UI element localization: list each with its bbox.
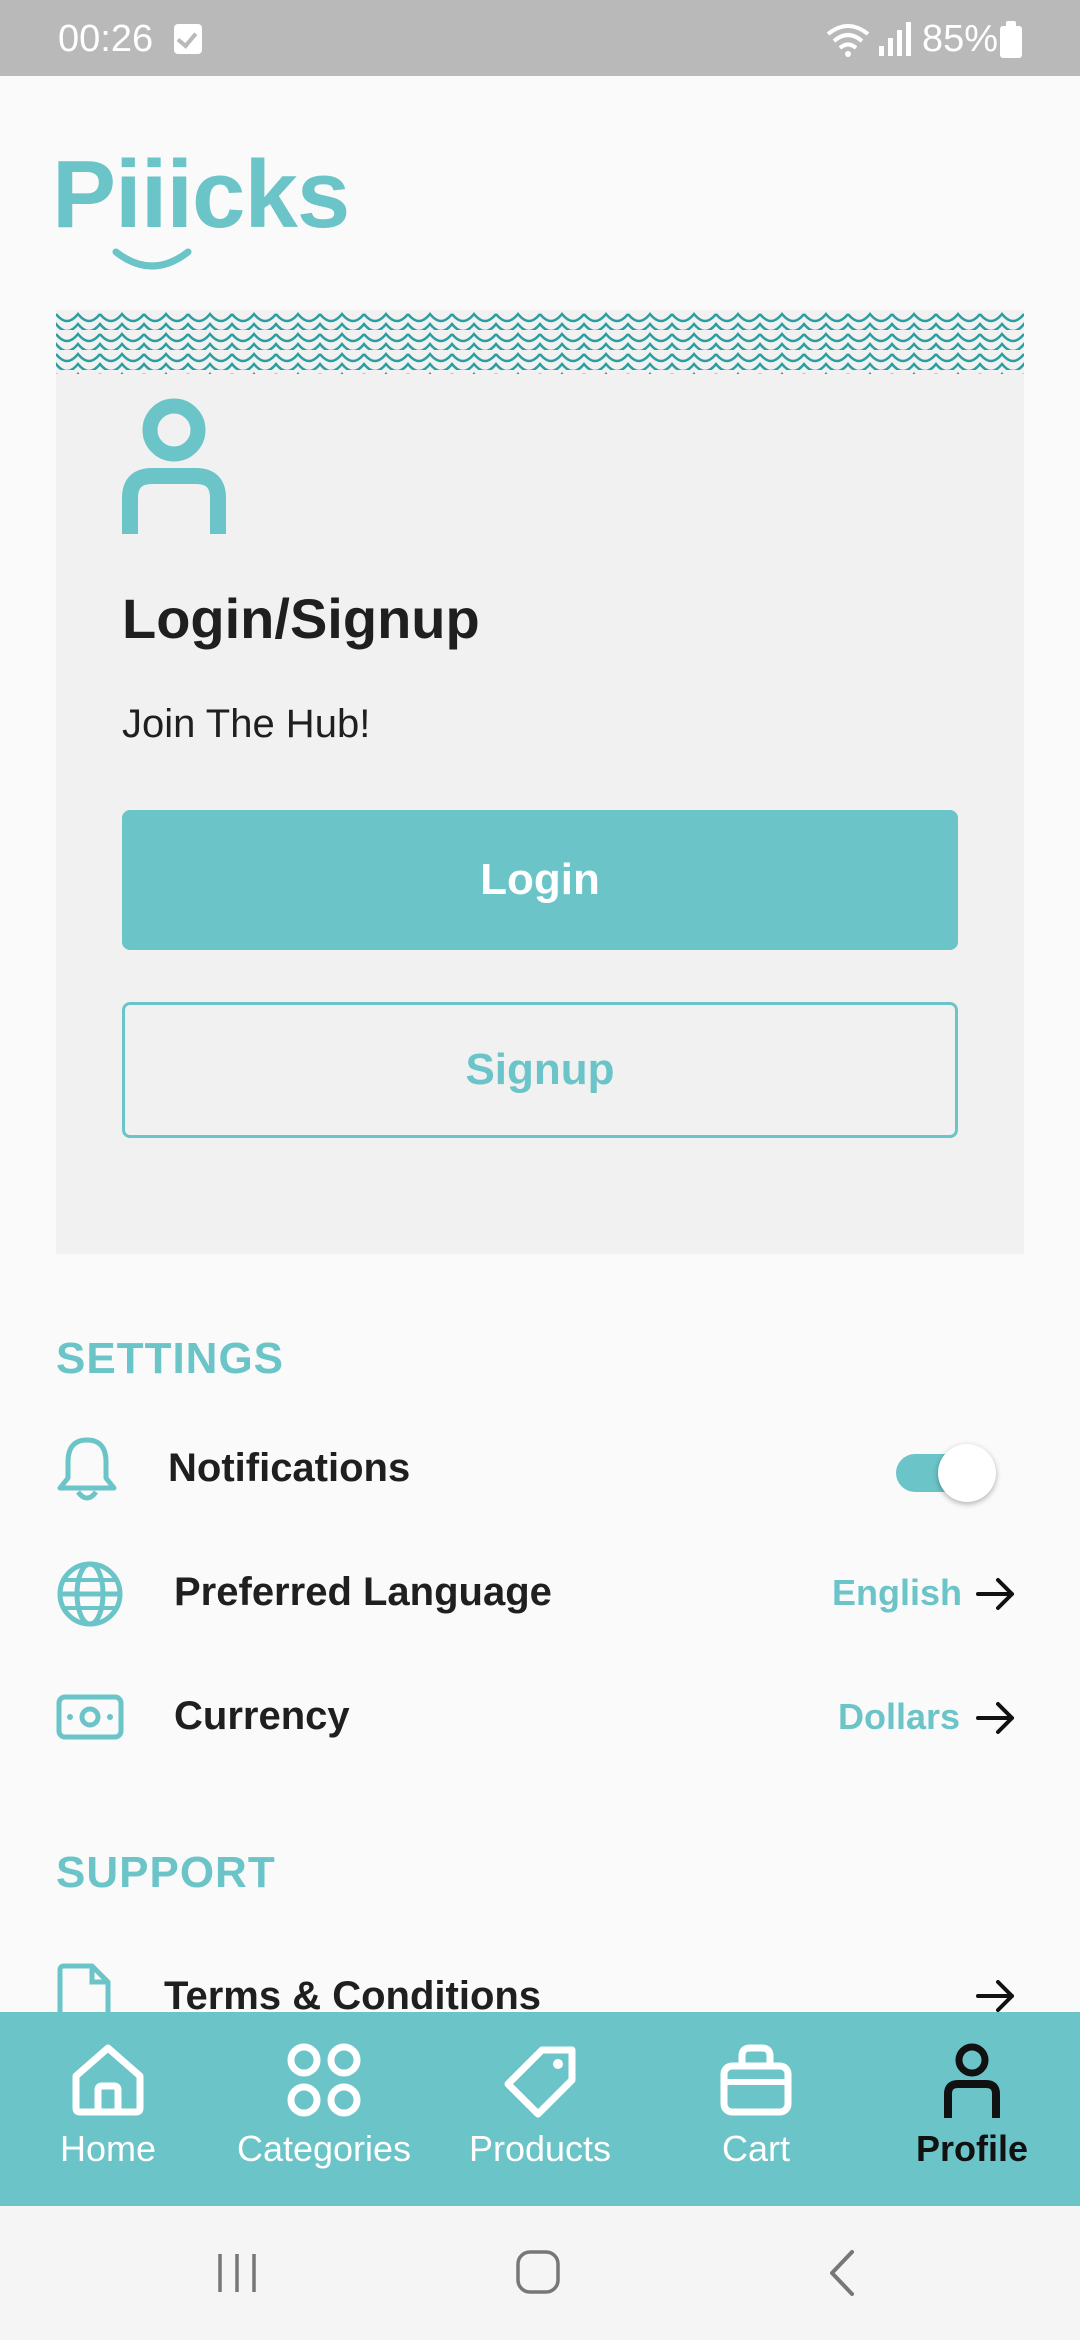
system-navigation-bar [0, 2206, 1080, 2340]
login-card: Login/Signup Join The Hub! Login Signup [56, 310, 1024, 1254]
checkbox-notification-icon [174, 24, 202, 54]
wave-pattern-decoration [56, 310, 1024, 374]
battery-percent: 85% [922, 18, 999, 60]
preferred-language-label: Preferred Language [174, 1570, 552, 1614]
categories-icon [287, 2043, 361, 2117]
status-time: 00:26 [58, 18, 154, 60]
wifi-icon [826, 24, 870, 57]
recent-apps-icon[interactable] [214, 2250, 260, 2296]
nav-products-label: Products [468, 2128, 612, 2169]
bell-icon [57, 1437, 117, 1501]
profile-icon [944, 2043, 1000, 2118]
signal-icon [879, 22, 911, 56]
support-section-title: SUPPORT [56, 1848, 276, 1897]
login-button[interactable]: Login [122, 810, 958, 950]
battery-icon [1000, 21, 1022, 58]
nav-profile-label: Profile [915, 2128, 1029, 2169]
user-avatar-icon [122, 398, 226, 534]
notifications-toggle[interactable] [894, 1444, 998, 1504]
arrow-right-icon [976, 1578, 1014, 1610]
bag-icon [720, 2044, 792, 2116]
status-bar: 00:26 85% [0, 0, 1080, 76]
currency-label: Currency [174, 1694, 350, 1738]
home-button-icon[interactable] [514, 2248, 562, 2296]
nav-home-label: Home [59, 2128, 157, 2169]
nav-cart[interactable]: Cart [648, 2012, 864, 2206]
arrow-right-icon [976, 1702, 1014, 1734]
nav-products[interactable]: Products [432, 2012, 648, 2206]
currency-value: Dollars [838, 1696, 961, 1737]
notifications-label: Notifications [168, 1446, 411, 1490]
login-signup-title: Login/Signup [122, 587, 480, 650]
logo-smile-icon [112, 248, 192, 270]
banknote-icon [56, 1694, 124, 1740]
globe-icon [57, 1561, 123, 1627]
toggle-knob [938, 1444, 996, 1502]
signup-button[interactable]: Signup [122, 1002, 958, 1138]
home-icon [72, 2044, 144, 2116]
tag-icon [504, 2046, 576, 2118]
preferred-language-value: English [832, 1572, 963, 1613]
settings-section-title: SETTINGS [56, 1334, 285, 1383]
back-icon[interactable] [826, 2248, 858, 2298]
nav-cart-label: Cart [721, 2128, 790, 2169]
bottom-navigation: Home Categories Products Cart Profile [0, 2012, 1080, 2206]
arrow-right-icon [976, 1980, 1014, 2012]
app-logo: Piiicks [52, 141, 350, 248]
login-signup-subtitle: Join The Hub! [122, 702, 371, 746]
nav-categories-label: Categories [236, 2128, 412, 2169]
nav-profile[interactable]: Profile [864, 2012, 1080, 2206]
nav-categories[interactable]: Categories [216, 2012, 432, 2206]
nav-home[interactable]: Home [0, 2012, 216, 2206]
